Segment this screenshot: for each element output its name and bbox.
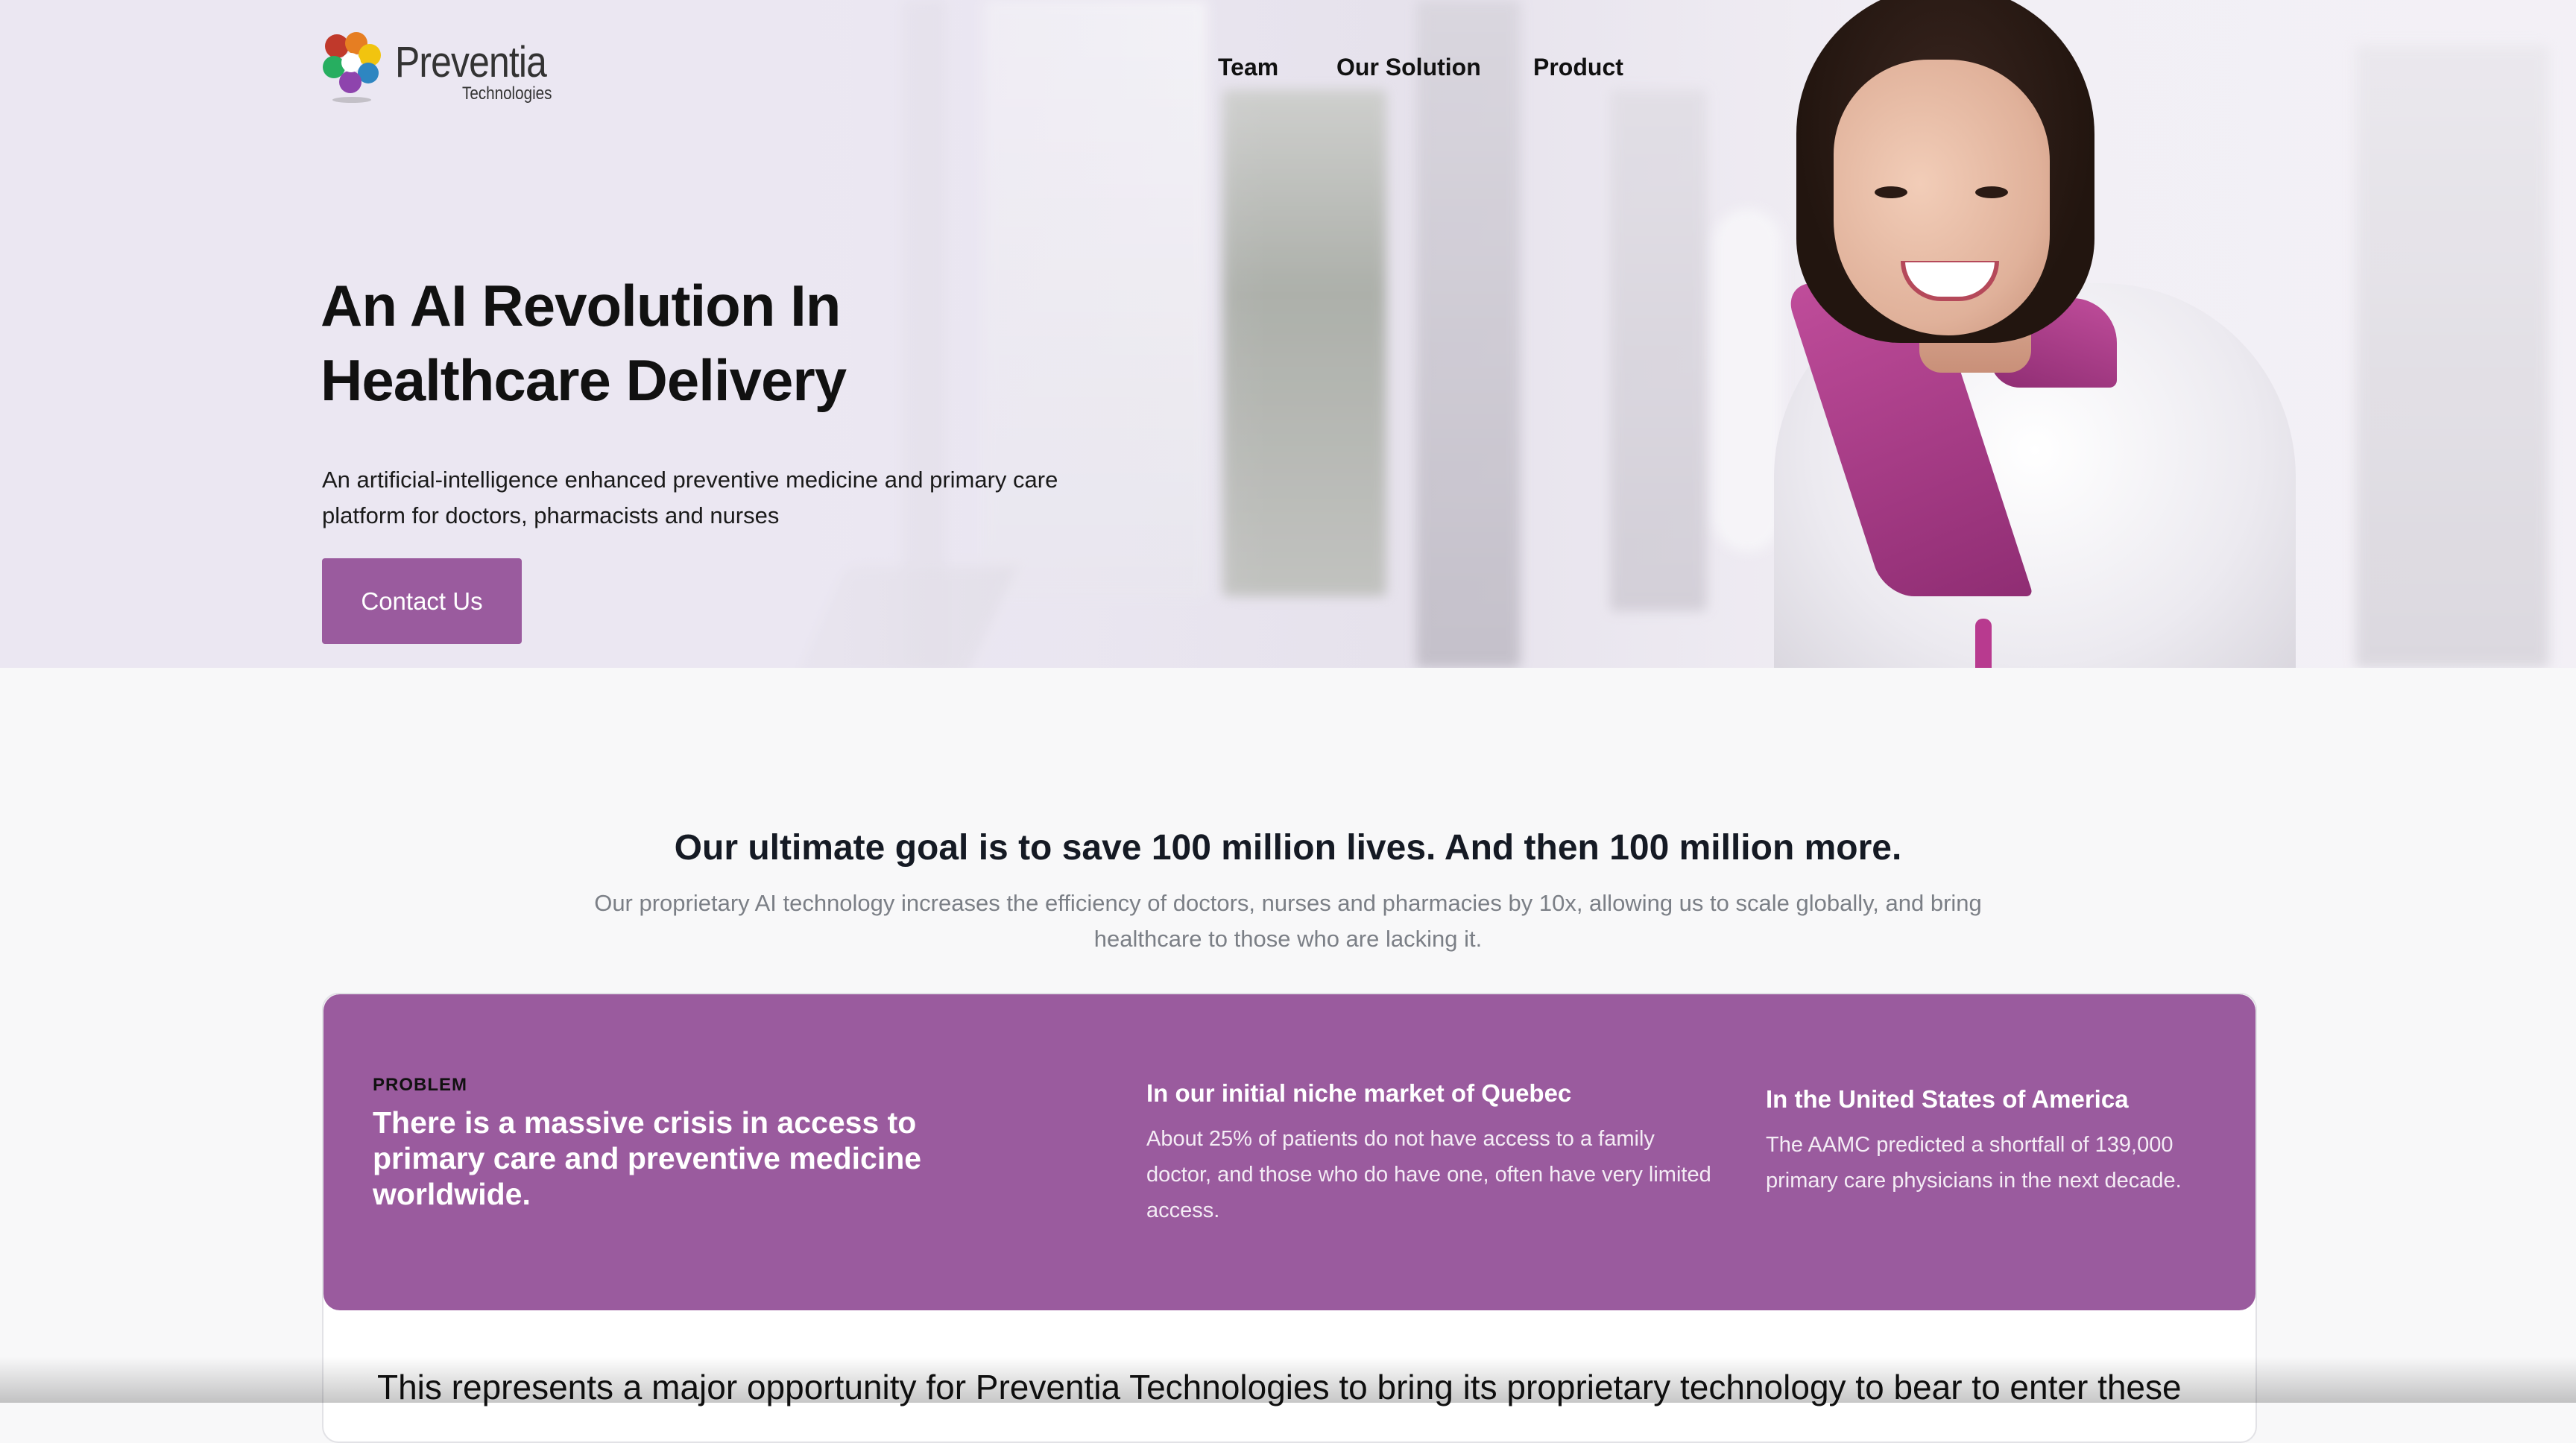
- hero-title: An AI Revolution In Healthcare Delivery: [321, 268, 1140, 417]
- hero-section: Preventia Technologies Team Our Solution…: [0, 0, 2576, 668]
- brand-logo[interactable]: Preventia Technologies: [321, 30, 574, 104]
- problem-card: PROBLEM There is a massive crisis in acc…: [322, 993, 2257, 1443]
- eye: [1975, 186, 2008, 198]
- brand-subtitle: Technologies: [462, 83, 552, 104]
- hero-title-line-2: Healthcare Delivery: [321, 347, 847, 413]
- problem-label: PROBLEM: [373, 1075, 467, 1095]
- eye: [1875, 186, 1907, 198]
- background-window: [1610, 89, 1707, 611]
- goal-subtitle: Our proprietary AI technology increases …: [594, 890, 1982, 952]
- nav-item-our-solution[interactable]: Our Solution: [1336, 54, 1481, 81]
- background-window: [2355, 45, 2549, 668]
- problem-statement: There is a massive crisis in access to p…: [373, 1105, 922, 1211]
- background-column: [1416, 0, 1521, 668]
- smile: [1901, 261, 1999, 301]
- pen: [1975, 619, 1992, 668]
- color-petals-logo-icon: [323, 32, 381, 103]
- nav-item-team[interactable]: Team: [1218, 54, 1278, 81]
- problem-banner: PROBLEM There is a massive crisis in acc…: [323, 994, 2255, 1310]
- hero-subtitle: An artificial-intelligence enhanced prev…: [322, 467, 1058, 528]
- hero-doctor-image: [1744, 0, 2340, 668]
- brand-name: Preventia: [395, 38, 547, 86]
- goal-title: Our ultimate goal is to save 100 million…: [674, 828, 1902, 868]
- face: [1834, 60, 2050, 335]
- quebec-text: About 25% of patients do not have access…: [1146, 1127, 1711, 1222]
- opportunity-text: This represents a major opportunity for …: [377, 1368, 2182, 1406]
- hero-title-line-1: An AI Revolution In: [321, 273, 841, 338]
- usa-title: In the United States of America: [1766, 1085, 2129, 1113]
- contact-us-button[interactable]: Contact Us: [322, 558, 522, 644]
- quebec-title: In our initial niche market of Quebec: [1146, 1079, 1572, 1107]
- usa-text: The AAMC predicted a shortfall of 139,00…: [1766, 1133, 2182, 1193]
- nav-item-product[interactable]: Product: [1533, 54, 1623, 81]
